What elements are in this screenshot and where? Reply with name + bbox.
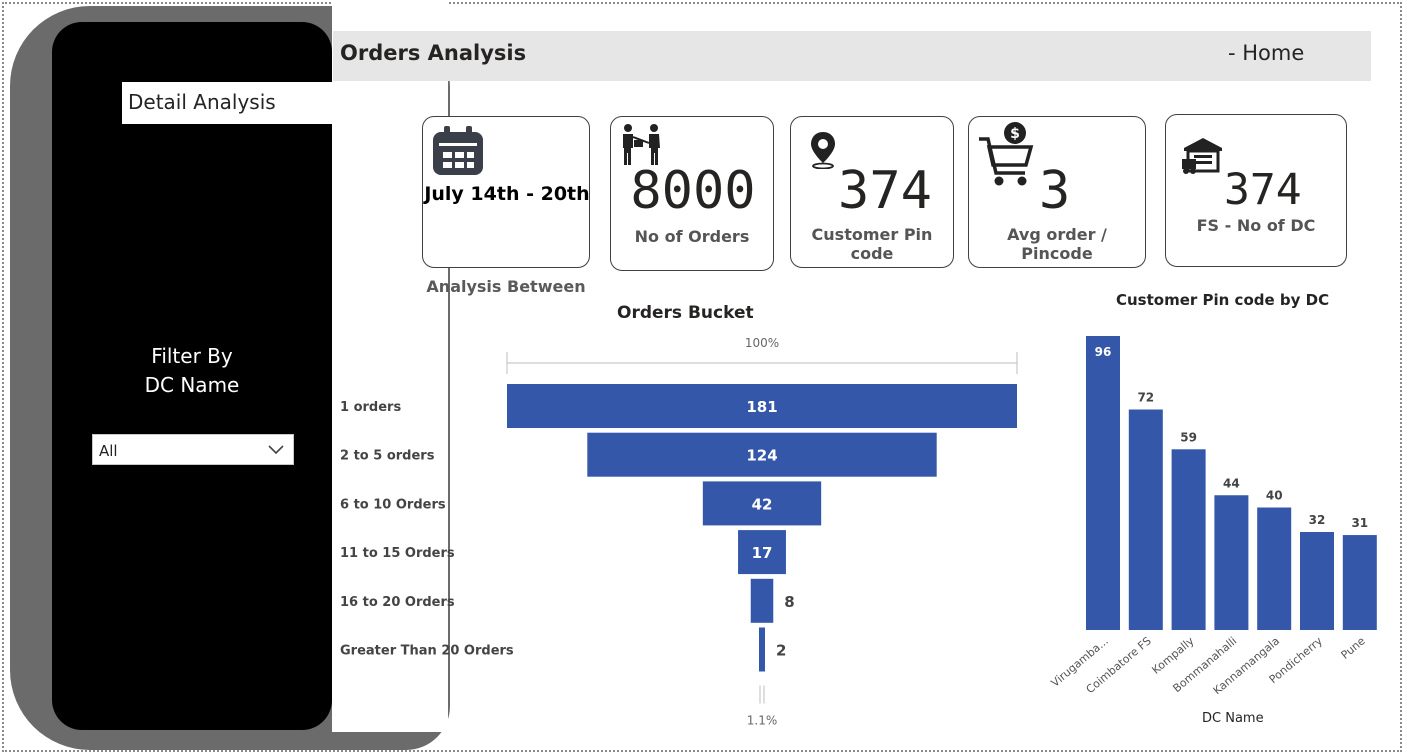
funnel-value-label: 124 [746,447,777,465]
bar[interactable] [1300,532,1334,630]
filter-label-line1: Filter By [151,344,233,368]
funnel-top-percent: 100% [745,336,779,350]
dc-select-value: All [99,442,118,460]
pincode-by-dc-bar-chart: 96Virugamba...72Coimbatore FS59Kompally4… [1049,336,1377,697]
filter-label-line2: DC Name [144,373,240,397]
funnel-value-label: 17 [752,544,773,562]
bar-value-label: 96 [1095,345,1112,359]
funnel-category-label: Greater Than 20 Orders [340,644,514,659]
bar-value-label: 31 [1351,516,1368,530]
bar-value-label: 72 [1137,391,1154,405]
kpi-period-caption: Analysis Between [426,277,586,296]
bar-chart-title: Customer Pin code by DC [1116,291,1330,309]
detail-analysis-button[interactable]: Detail Analysis [122,82,334,124]
funnel-category-label: 6 to 10 Orders [340,497,446,512]
funnel-category-label: 1 orders [340,400,401,415]
funnel-title: Orders Bucket [617,303,754,323]
funnel-category-label: 11 to 15 Orders [340,546,455,561]
kpi-dc-count-value: 374 [1224,165,1302,215]
kpi-period-value: July 14th - 20th [424,183,590,205]
funnel-value-label: 8 [784,593,794,611]
shopping-cart-dollar-icon: $ [979,122,1034,186]
bar-value-label: 40 [1266,489,1283,503]
kpi-dc-count-label: FS - No of DC [1196,216,1316,235]
kpi-card-period: July 14th - 20th [422,116,590,268]
bar-value-label: 59 [1180,430,1197,444]
funnel-category-label: 16 to 20 Orders [340,595,455,610]
kpi-orders-label: No of Orders [634,227,750,246]
kpi-avg-order-value: 3 [1039,161,1071,221]
kpi-card-avg-order: $ 3 Avg order / Pincode [968,116,1146,268]
kpi-card-orders: 8000 No of Orders [610,116,774,271]
kpi-card-pincodes: 374 Customer Pin code [790,116,954,268]
funnel-value-label: 181 [746,398,777,416]
bar-value-label: 44 [1223,476,1240,490]
bar[interactable] [1171,449,1206,630]
dc-name-dropdown[interactable]: All [92,434,294,465]
funnel-bottom-percent: 1.1% [747,714,778,728]
orders-bucket-funnel: 100% 1 orders 181 2 to 5 orders 124 6 to 10 O… [340,336,1018,728]
bar-value-label: 32 [1309,513,1326,527]
bar-category-label: Pune [1339,634,1368,662]
bar-chart-xlabel: DC Name [1202,711,1264,726]
home-link[interactable]: - Home [1228,41,1304,65]
funnel-value-label: 42 [752,495,773,513]
bar[interactable] [1128,409,1163,631]
kpi-pincodes-value: 374 [838,161,932,221]
kpi-pincodes-label: Customer Pin code [811,225,933,263]
bar[interactable] [1257,507,1292,631]
page-title: Orders Analysis [340,41,527,65]
calendar-icon [433,126,483,175]
kpi-avg-order-label: Avg order / Pincode [1007,225,1107,263]
filter-label: Filter By DC Name [52,342,332,400]
bar[interactable] [1342,535,1377,630]
bar[interactable] [1214,495,1249,630]
location-pin-icon [811,132,835,169]
svg-text:$: $ [1010,126,1020,142]
kpi-card-dc-count: 374 FS - No of DC [1165,114,1347,267]
funnel-category-label: 2 to 5 orders [340,449,435,464]
funnel-bar[interactable] [750,578,774,623]
funnel-bar[interactable] [759,627,765,672]
chevron-down-icon [268,445,284,455]
funnel-value-label: 2 [776,642,786,660]
bar[interactable] [1086,336,1120,630]
kpi-orders-value: 8000 [630,161,756,221]
warehouse-truck-icon [1182,138,1222,174]
